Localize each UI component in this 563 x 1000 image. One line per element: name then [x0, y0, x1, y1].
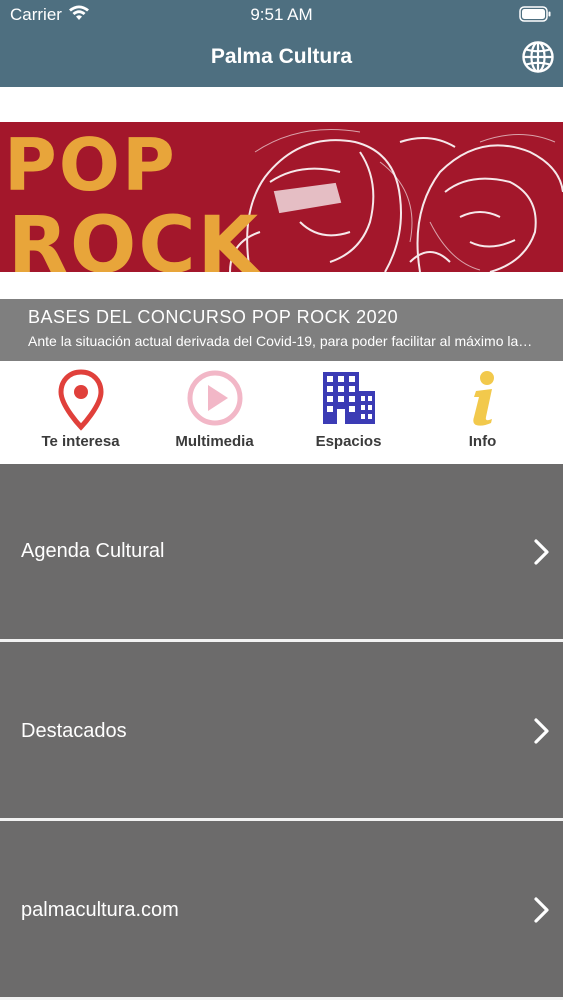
- page-title: Palma Cultura: [210, 45, 353, 68]
- menu-item-destacados[interactable]: Destacados: [0, 642, 563, 818]
- globe-icon[interactable]: [521, 40, 555, 74]
- shortcut-info[interactable]: Info: [412, 361, 553, 464]
- menu-item-label: palmacultura.com: [21, 899, 179, 921]
- shortcut-label: Te interesa: [41, 433, 120, 450]
- news-card[interactable]: BASES DEL CONCURSO POP ROCK 2020 Ante la…: [0, 299, 563, 361]
- chevron-right-icon: [533, 538, 551, 566]
- news-title: BASES DEL CONCURSO POP ROCK 2020: [28, 307, 399, 327]
- play-icon: [144, 369, 285, 431]
- shortcut-te-interesa[interactable]: Te interesa: [10, 361, 151, 464]
- battery-icon: [519, 6, 551, 27]
- banner-spacer: [0, 87, 563, 122]
- nav-bar: Palma Cultura: [0, 28, 563, 87]
- chevron-right-icon: [533, 717, 551, 745]
- shortcut-bar: Te interesa Multimedia Espacios Info: [0, 361, 563, 464]
- news-summary: Ante la situación actual derivada del Co…: [28, 333, 533, 349]
- menu-item-palmacultura[interactable]: palmacultura.com: [0, 821, 563, 997]
- menu-item-label: Destacados: [21, 720, 127, 742]
- map-pin-icon: [10, 369, 151, 431]
- info-icon: [412, 369, 553, 431]
- shortcut-multimedia[interactable]: Multimedia: [144, 361, 285, 464]
- chevron-right-icon: [533, 896, 551, 924]
- menu-item-agenda-cultural[interactable]: Agenda Cultural: [0, 464, 563, 639]
- shortcut-label: Info: [468, 433, 497, 450]
- menu-item-label: Agenda Cultural: [21, 540, 165, 562]
- shortcut-label: Espacios: [315, 433, 382, 450]
- shortcut-label: Multimedia: [175, 433, 254, 450]
- building-icon: [278, 369, 419, 431]
- banner-text-pop: POP: [4, 123, 177, 207]
- status-time: 9:51 AM: [250, 5, 313, 24]
- shortcut-espacios[interactable]: Espacios: [278, 361, 419, 464]
- status-bar: Carrier 9:51 AM: [0, 0, 563, 28]
- featured-banner[interactable]: POP ROCK: [0, 122, 563, 272]
- banner-text-rock: ROCK: [8, 201, 261, 272]
